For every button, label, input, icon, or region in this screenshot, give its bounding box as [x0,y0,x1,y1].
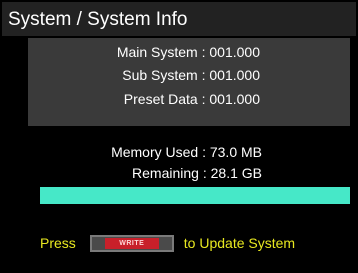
sub-system-version: Sub System : 001.000 [122,67,260,83]
update-system-label: to Update System [183,235,296,251]
memory-remaining: Remaining : 28.1 GB [132,165,262,181]
title-bar: System / System Info [2,2,356,36]
press-label: Press [40,235,76,251]
page-title: System / System Info [8,9,188,30]
system-info-screen: System / System Info Main System : 001.0… [0,0,358,273]
preset-data-version: Preset Data : 001.000 [123,91,260,107]
update-prompt: Press WRITE to Update System [40,234,295,252]
write-button[interactable]: WRITE [89,234,174,252]
version-panel: Main System : 001.000 Sub System : 001.0… [28,38,350,126]
memory-usage-bar-fill [40,187,350,204]
memory-usage-bar [40,187,350,204]
write-button-label: WRITE [104,237,159,249]
memory-used: Memory Used : 73.0 MB [111,144,262,160]
main-system-version: Main System : 001.000 [116,44,260,60]
